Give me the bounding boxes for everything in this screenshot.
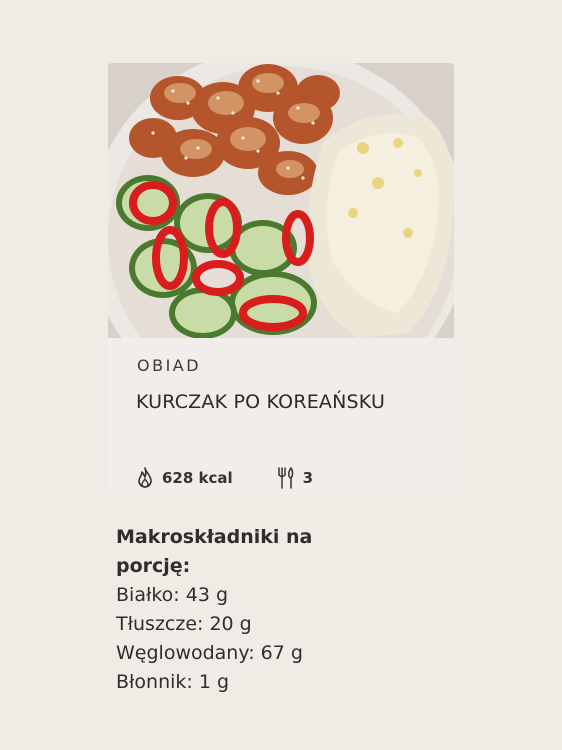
fork-knife-icon (275, 466, 297, 490)
macro-carbs: Węglowodany: 67 g (116, 642, 303, 664)
macro-protein: Białko: 43 g (116, 584, 229, 606)
calories-value: 628 kcal (162, 469, 233, 487)
recipe-meta: 628 kcal 3 (134, 466, 355, 490)
macros-heading: Makroskładniki na porcję: (116, 526, 313, 577)
macro-fiber: Błonnik: 1 g (116, 671, 230, 693)
recipe-card[interactable]: OBIAD KURCZAK PO KOREAŃSKU 628 kcal 3 (108, 63, 454, 495)
calories-info: 628 kcal (134, 466, 233, 490)
macros-section: Makroskładniki na porcję: Białko: 43 g T… (116, 523, 366, 697)
flame-icon (134, 466, 156, 490)
servings-info: 3 (275, 466, 313, 490)
recipe-title[interactable]: KURCZAK PO KOREAŃSKU (136, 391, 385, 413)
recipe-card-body: OBIAD KURCZAK PO KOREAŃSKU 628 kcal 3 (108, 338, 454, 495)
recipe-photo (108, 63, 454, 338)
servings-value: 3 (302, 469, 314, 487)
recipe-category: OBIAD (137, 356, 202, 375)
macro-fat: Tłuszcze: 20 g (116, 613, 252, 635)
